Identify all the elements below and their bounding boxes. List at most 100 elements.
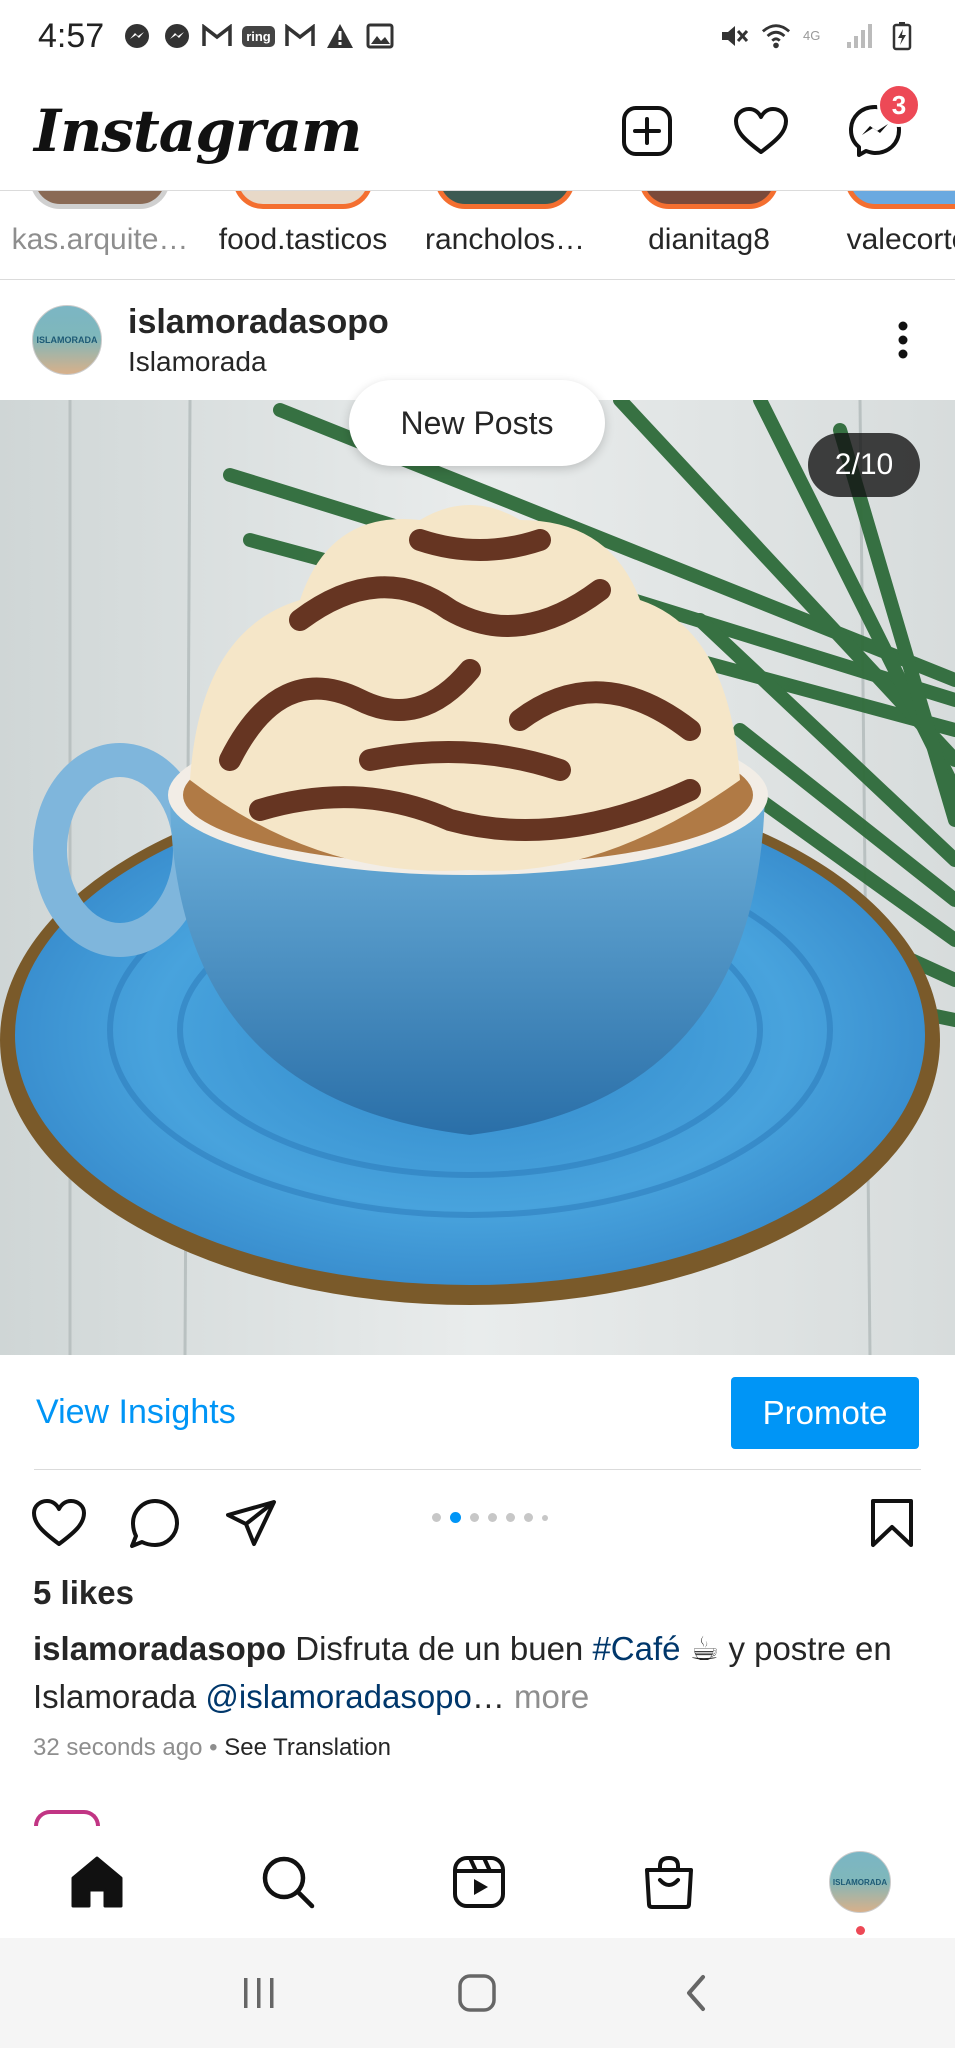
carousel-page-counter: 2/10 <box>808 433 920 497</box>
coffee-emoji-icon: ☕ <box>680 1630 729 1667</box>
story-username: kas.arquite… <box>11 223 189 256</box>
lte-icon: 4G <box>803 21 833 51</box>
promote-button[interactable]: Promote <box>731 1376 919 1449</box>
carousel-dot <box>488 1513 497 1522</box>
story-avatar <box>30 191 170 209</box>
shop-icon <box>645 1855 694 1909</box>
story-username: dianitag8 <box>648 223 770 256</box>
messenger-notification-icon <box>122 21 152 51</box>
story-item[interactable]: rancholos… <box>400 191 610 279</box>
story-avatar <box>845 191 955 209</box>
post-image[interactable] <box>0 400 955 1355</box>
home-icon <box>71 1856 123 1908</box>
gmail-notification-icon-2 <box>285 21 315 51</box>
story-avatar <box>639 191 779 209</box>
home-system-button[interactable] <box>447 1963 507 2023</box>
post-username[interactable]: islamoradasopo <box>128 303 389 342</box>
meta-separator: • <box>202 1734 225 1761</box>
likes-count[interactable]: 5 likes <box>33 1574 134 1612</box>
story-item[interactable]: kas.arquite… <box>0 191 205 279</box>
story-username: rancholos… <box>424 223 586 256</box>
post-author-info: islamoradasopo Islamorada <box>128 303 389 378</box>
caption-mention[interactable]: @islamoradasopo <box>205 1678 471 1715</box>
new-post-button[interactable] <box>619 103 675 159</box>
story-item[interactable]: valecortes <box>810 191 955 279</box>
story-item[interactable]: dianitag8 <box>604 191 814 279</box>
like-heart-icon <box>32 1498 86 1546</box>
post-options-button[interactable] <box>883 310 923 370</box>
carousel-dot <box>542 1514 548 1521</box>
header-actions: 3 <box>619 83 921 159</box>
nav-search-button[interactable] <box>257 1851 319 1913</box>
caption-text: Disfruta de un buen <box>286 1630 593 1667</box>
carousel-indicator <box>432 1512 548 1523</box>
caption-more-link[interactable]: more <box>505 1678 589 1715</box>
back-icon <box>686 1975 705 2011</box>
mute-icon <box>719 21 749 51</box>
post-location[interactable]: Islamorada <box>128 346 389 378</box>
messenger-notification-icon-2 <box>162 21 192 51</box>
share-button[interactable] <box>222 1494 280 1552</box>
share-icon <box>226 1499 276 1546</box>
profile-notification-dot <box>856 1926 865 1935</box>
nav-profile-button[interactable]: ISLAMORADA <box>829 1851 891 1935</box>
caption-username[interactable]: islamoradasopo <box>33 1630 286 1667</box>
gmail-notification-icon <box>202 21 232 51</box>
save-button[interactable] <box>863 1494 921 1552</box>
story-username: food.tasticos <box>218 223 388 256</box>
stories-tray: kas.arquite… food.tasticos rancholos… di… <box>0 190 955 280</box>
carousel-dot <box>524 1513 533 1522</box>
comment-icon <box>130 1498 179 1548</box>
save-bookmark-icon <box>871 1498 913 1547</box>
post-actions-left <box>30 1494 280 1552</box>
nav-avatar-logo-text: ISLAMORADA <box>832 1877 888 1887</box>
post-timestamp: 32 seconds ago <box>33 1734 203 1761</box>
status-bar: 4:57 ring 4G <box>0 0 955 72</box>
post-meta: 32 seconds ago • See Translation <box>33 1734 391 1762</box>
view-insights-link[interactable]: View Insights <box>36 1393 236 1432</box>
caption-hashtag[interactable]: #Café <box>592 1630 680 1667</box>
bottom-navigation: ISLAMORADA <box>0 1826 955 1938</box>
messenger-button[interactable]: 3 <box>847 83 921 159</box>
story-item[interactable]: food.tasticos <box>198 191 408 279</box>
coffee-cup-photo <box>0 400 955 1355</box>
new-posts-button[interactable]: New Posts <box>349 380 605 466</box>
wifi-icon <box>761 21 791 51</box>
carousel-dot <box>432 1513 441 1522</box>
see-translation-link[interactable]: See Translation <box>224 1734 391 1761</box>
story-username: valecortes <box>846 223 955 256</box>
nav-shop-button[interactable] <box>638 1851 700 1913</box>
post-author-avatar[interactable]: ISLAMORADA <box>32 305 102 375</box>
messages-badge: 3 <box>877 83 921 127</box>
avatar-logo-text: ISLAMORADA <box>36 335 98 345</box>
ring-notification-icon: ring <box>242 25 275 47</box>
system-navigation-bar <box>0 1938 955 2048</box>
search-icon <box>262 1856 314 1909</box>
insights-row: View Insights Promote <box>0 1355 955 1470</box>
instagram-logo: Instagram <box>34 97 362 165</box>
carousel-dot <box>470 1513 479 1522</box>
new-post-icon <box>622 106 672 156</box>
back-button[interactable] <box>666 1963 726 2023</box>
activity-button[interactable] <box>733 103 789 159</box>
system-status-icons: 4G <box>719 21 917 51</box>
profile-avatar: ISLAMORADA <box>829 1851 891 1913</box>
notification-icons: ring <box>122 21 395 51</box>
nav-reels-button[interactable] <box>448 1851 510 1913</box>
signal-icon <box>845 21 875 51</box>
nav-home-button[interactable] <box>66 1851 128 1913</box>
recents-icon <box>244 1978 274 2008</box>
app-header: Instagram 3 <box>0 72 955 190</box>
home-button-icon <box>458 1974 497 2012</box>
carousel-dot <box>506 1513 515 1522</box>
recents-button[interactable] <box>229 1963 289 2023</box>
like-button[interactable] <box>30 1494 88 1552</box>
carousel-dot-active <box>450 1512 461 1523</box>
status-time: 4:57 <box>38 16 105 55</box>
post-caption: islamoradasopo Disfruta de un buen #Café… <box>33 1625 933 1721</box>
warning-notification-icon <box>325 21 355 51</box>
caption-ellipsis: … <box>471 1678 505 1715</box>
story-avatar <box>435 191 575 209</box>
comment-button[interactable] <box>126 1494 184 1552</box>
reels-icon <box>452 1856 505 1908</box>
